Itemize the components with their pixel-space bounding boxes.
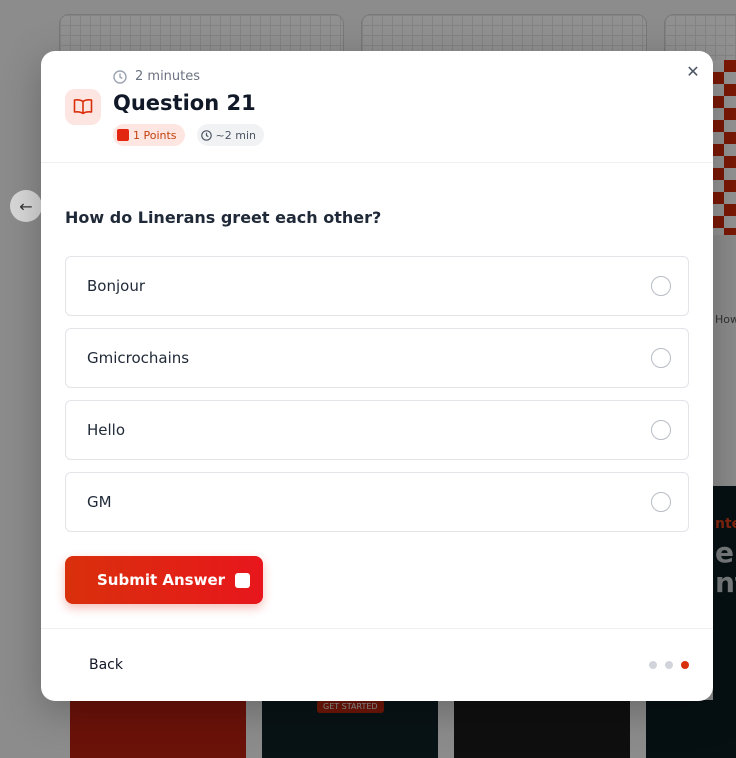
progress-dots (649, 661, 689, 669)
progress-dot-active (681, 661, 689, 669)
radio-button[interactable] (651, 348, 671, 368)
close-icon[interactable]: ✕ (685, 62, 701, 81)
progress-dot (649, 661, 657, 669)
clock-icon (200, 129, 212, 141)
clock-icon (113, 69, 127, 84)
question-text: How do Linerans greet each other? (65, 208, 382, 227)
question-title: Question 21 (113, 91, 256, 115)
answer-option[interactable]: Gmicrochains (65, 328, 689, 388)
badges: 1 Points ~2 min (113, 124, 265, 146)
answer-option[interactable]: GM (65, 472, 689, 532)
points-text: 1 Points (133, 128, 177, 142)
time-text: ~2 min (215, 128, 257, 142)
time-badge: ~2 min (196, 124, 265, 146)
modal-footer: Back (41, 628, 713, 701)
answer-label: Bonjour (87, 277, 145, 295)
points-icon (117, 129, 129, 141)
duration: 2 minutes (113, 69, 200, 84)
progress-dot (665, 661, 673, 669)
modal-header: 2 minutes Question 21 1 Points ~2 min ✕ (41, 51, 713, 163)
duration-text: 2 minutes (135, 69, 201, 84)
submit-label: Submit Answer (97, 571, 226, 589)
book-icon (65, 89, 101, 125)
answer-label: GM (87, 493, 112, 511)
answer-option[interactable]: Hello (65, 400, 689, 460)
question-modal: 2 minutes Question 21 1 Points ~2 min ✕ … (41, 51, 713, 701)
back-button[interactable]: Back (89, 657, 123, 673)
submit-icon (235, 572, 251, 588)
answer-label: Gmicrochains (87, 349, 190, 367)
answer-options: Bonjour Gmicrochains Hello GM (65, 256, 689, 544)
points-badge: 1 Points (113, 124, 185, 146)
radio-button[interactable] (651, 276, 671, 296)
radio-button[interactable] (651, 420, 671, 440)
submit-answer-button[interactable]: Submit Answer (65, 556, 263, 604)
answer-label: Hello (87, 421, 126, 439)
radio-button[interactable] (651, 492, 671, 512)
arrow-left-icon[interactable]: ← (10, 190, 42, 222)
answer-option[interactable]: Bonjour (65, 256, 689, 316)
